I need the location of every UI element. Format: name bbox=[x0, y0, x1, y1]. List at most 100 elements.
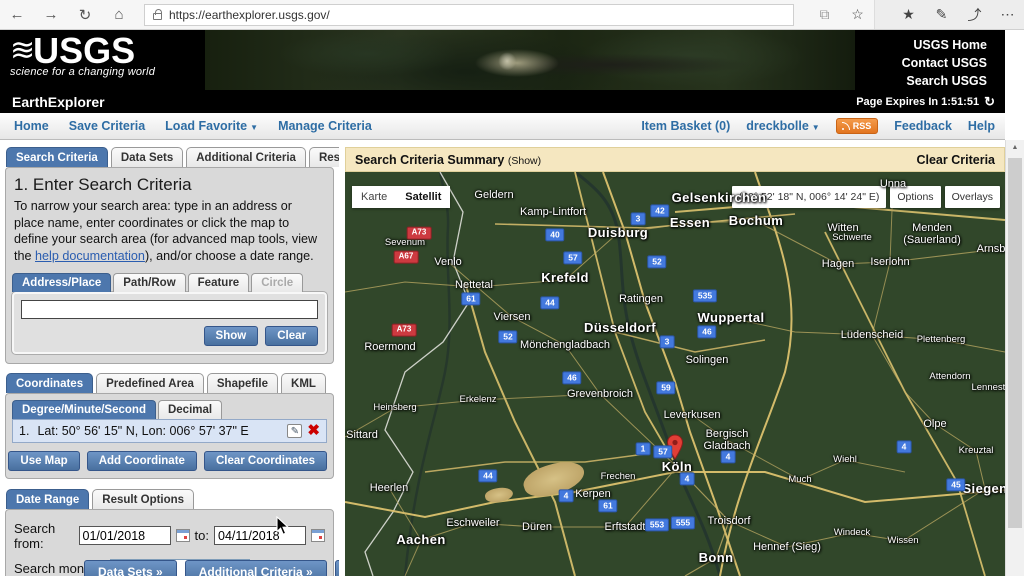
date-from-input[interactable] bbox=[79, 526, 171, 545]
use-map-button[interactable]: Use Map bbox=[8, 451, 79, 471]
url-bar[interactable]: https://earthexplorer.usgs.gov/ bbox=[144, 4, 794, 26]
back-icon[interactable]: ← bbox=[0, 6, 34, 23]
share-icon[interactable]: ⤴ bbox=[958, 5, 991, 25]
page-scrollbar[interactable]: ▲ bbox=[1005, 140, 1024, 576]
address-input[interactable] bbox=[21, 300, 318, 319]
map-city-label: Erftstadt bbox=[605, 521, 646, 533]
tab-predefined-area[interactable]: Predefined Area bbox=[96, 373, 204, 393]
map-city-label: Bochum bbox=[729, 214, 783, 228]
map-city-label: Menden (Sauerland) bbox=[893, 222, 971, 246]
map-city-label: Heinsberg bbox=[373, 403, 416, 413]
menu-load-favorite[interactable]: Load Favorite▼ bbox=[165, 119, 258, 133]
delete-coordinate-icon[interactable]: ✖ bbox=[307, 424, 320, 438]
map-type-karte-button[interactable]: Karte bbox=[352, 186, 396, 208]
coordinate-index: 1. bbox=[19, 424, 29, 438]
scroll-up-arrow-icon[interactable]: ▲ bbox=[1006, 140, 1024, 156]
usgs-banner: ≋ USGS science for a changing world USGS… bbox=[0, 30, 1005, 90]
page-expires-text: Page Expires In 1:51:51 bbox=[856, 96, 979, 108]
calendar-icon[interactable] bbox=[311, 529, 325, 542]
tab-path-row[interactable]: Path/Row bbox=[113, 273, 185, 292]
map-overlays-button[interactable]: Overlays bbox=[945, 186, 1000, 208]
map-city-label: Düsseldorf bbox=[584, 321, 656, 335]
usgs-logo[interactable]: ≋ USGS science for a changing world bbox=[0, 30, 205, 90]
map-city-label: Bonn bbox=[699, 551, 734, 565]
scrollbar-thumb[interactable] bbox=[1008, 158, 1022, 528]
session-refresh-icon[interactable]: ↻ bbox=[984, 94, 995, 110]
road-shield: 555 bbox=[671, 516, 695, 529]
tab-shapefile[interactable]: Shapefile bbox=[207, 373, 278, 393]
toggle-dms[interactable]: Degree/Minute/Second bbox=[12, 400, 156, 419]
more-ellipsis-icon[interactable]: ⋯ bbox=[991, 6, 1024, 23]
map-city-label: Düren bbox=[522, 521, 552, 533]
tab-coordinates[interactable]: Coordinates bbox=[6, 373, 93, 393]
user-menu[interactable]: dreckbolle▼ bbox=[746, 119, 819, 133]
link-search-usgs[interactable]: Search USGS bbox=[855, 72, 987, 90]
toggle-decimal[interactable]: Decimal bbox=[158, 400, 222, 419]
menu-manage-criteria[interactable]: Manage Criteria bbox=[278, 119, 372, 133]
menu-home[interactable]: Home bbox=[14, 119, 49, 133]
menu-feedback[interactable]: Feedback bbox=[894, 119, 952, 133]
map-city-label: Hennef (Sieg) bbox=[753, 541, 821, 553]
additional-criteria-next-button[interactable]: Additional Criteria » bbox=[185, 560, 327, 576]
clear-button[interactable]: Clear bbox=[265, 326, 318, 346]
road-shield: 44 bbox=[478, 469, 497, 482]
tab-address-place[interactable]: Address/Place bbox=[12, 273, 111, 292]
map-city-label: Unna bbox=[880, 178, 906, 190]
refresh-icon[interactable]: ↻ bbox=[68, 6, 102, 24]
search-panel: Search Criteria Data Sets Additional Cri… bbox=[0, 140, 339, 576]
url-text: https://earthexplorer.usgs.gov/ bbox=[169, 8, 330, 22]
menu-save-criteria[interactable]: Save Criteria bbox=[69, 119, 145, 133]
map-city-label: Schwerte bbox=[832, 233, 872, 243]
tab-search-criteria[interactable]: Search Criteria bbox=[6, 147, 108, 167]
calendar-icon[interactable] bbox=[176, 529, 190, 542]
web-note-pen-icon[interactable]: ✎ bbox=[925, 6, 958, 23]
item-basket[interactable]: Item Basket (0) bbox=[641, 119, 730, 133]
tab-result-options[interactable]: Result Options bbox=[92, 489, 194, 509]
tab-additional-criteria[interactable]: Additional Criteria bbox=[186, 147, 306, 167]
date-to-input[interactable] bbox=[214, 526, 306, 545]
road-shield: 40 bbox=[545, 228, 564, 241]
tab-data-sets[interactable]: Data Sets bbox=[111, 147, 183, 167]
map-city-label: Bergisch Gladbach bbox=[687, 428, 767, 452]
tab-date-range[interactable]: Date Range bbox=[6, 489, 89, 509]
road-shield: A73 bbox=[407, 227, 432, 240]
map-city-label: Viersen bbox=[493, 311, 530, 323]
add-coordinate-button[interactable]: Add Coordinate bbox=[87, 451, 197, 471]
road-shield: 4 bbox=[680, 472, 695, 485]
lock-icon bbox=[153, 13, 162, 20]
rss-icon bbox=[842, 122, 850, 130]
tab-feature[interactable]: Feature bbox=[188, 273, 250, 292]
reading-view-icon[interactable]: ⧉ bbox=[808, 6, 841, 23]
summary-show-toggle[interactable]: (Show) bbox=[508, 155, 541, 167]
home-icon[interactable]: ⌂ bbox=[102, 6, 136, 23]
mouse-cursor bbox=[276, 516, 290, 536]
map-city-label: Troisdorf bbox=[708, 515, 751, 527]
map-city-label: Windeck bbox=[834, 528, 870, 538]
menu-help[interactable]: Help bbox=[968, 119, 995, 133]
map-canvas[interactable]: Karte Satellit (50° 52' 18" N, 006° 14' … bbox=[345, 172, 1005, 576]
show-button[interactable]: Show bbox=[204, 326, 259, 346]
clear-coordinates-button[interactable]: Clear Coordinates bbox=[204, 451, 327, 471]
edit-coordinate-icon[interactable]: ✎ bbox=[287, 424, 302, 438]
map-type-satellit-button[interactable]: Satellit bbox=[396, 186, 450, 208]
tab-results[interactable]: Results bbox=[309, 147, 339, 167]
forward-icon[interactable]: → bbox=[34, 6, 68, 23]
road-shield: 52 bbox=[498, 330, 517, 343]
map-city-label: Olpe bbox=[923, 418, 946, 430]
clear-criteria-button[interactable]: Clear Criteria bbox=[916, 153, 995, 167]
rss-button[interactable]: RSS bbox=[836, 118, 879, 134]
coordinate-value: Lat: 50° 56' 15" N, Lon: 006° 57' 37" E bbox=[37, 424, 248, 438]
usgs-wave-icon: ≋ bbox=[10, 37, 33, 65]
browser-chrome: ← → ↻ ⌂ https://earthexplorer.usgs.gov/ … bbox=[0, 0, 1024, 30]
results-next-button[interactable]: Results » bbox=[335, 560, 339, 576]
map-city-label: Duisburg bbox=[588, 226, 648, 240]
help-documentation-link[interactable]: help documentation bbox=[35, 249, 145, 263]
map-city-label: Wiehl bbox=[833, 455, 857, 465]
link-usgs-home[interactable]: USGS Home bbox=[855, 36, 987, 54]
data-sets-next-button[interactable]: Data Sets » bbox=[84, 560, 177, 576]
link-contact-usgs[interactable]: Contact USGS bbox=[855, 54, 987, 72]
favorite-star-icon[interactable]: ☆ bbox=[841, 6, 874, 23]
map-city-label: Kamp-Lintfort bbox=[520, 206, 586, 218]
hub-favorites-icon[interactable]: ★ bbox=[892, 6, 925, 23]
tab-kml[interactable]: KML bbox=[281, 373, 326, 393]
